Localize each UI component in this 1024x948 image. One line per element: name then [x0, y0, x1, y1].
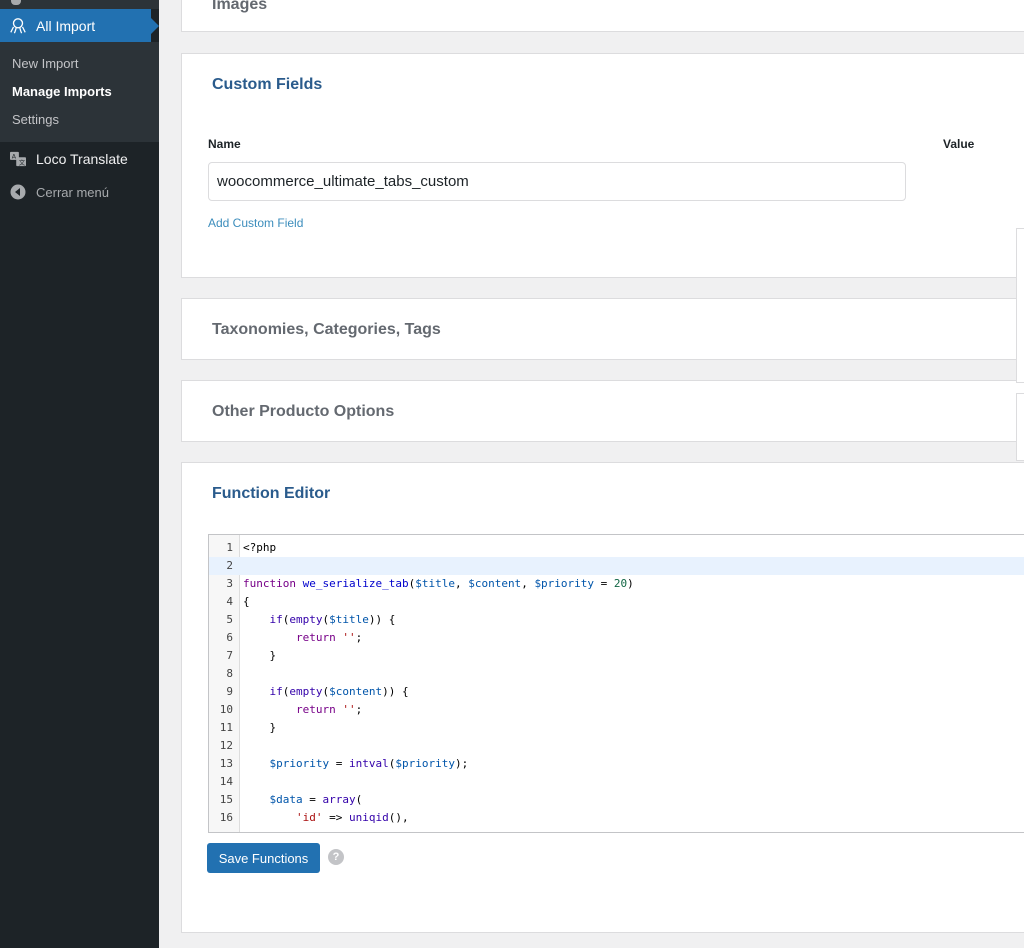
code-text[interactable]: <?php [243, 539, 276, 557]
all-import-submenu: New Import Manage Imports Settings [0, 42, 159, 142]
code-line[interactable]: 16 'id' => uniqid(), [209, 809, 1024, 827]
code-line[interactable]: 5 if(empty($title)) { [209, 611, 1024, 629]
menu-icon [11, 0, 21, 5]
code-line[interactable]: 15 $data = array( [209, 791, 1024, 809]
add-custom-field-link[interactable]: Add Custom Field [208, 216, 303, 230]
other-product-options-panel[interactable]: Other Producto Options [181, 380, 1024, 442]
help-icon[interactable]: ? [328, 849, 344, 865]
taxonomies-panel[interactable]: Taxonomies, Categories, Tags [181, 298, 1024, 360]
code-text[interactable]: function we_serialize_tab($title, $conte… [243, 575, 634, 593]
submenu-new-import[interactable]: New Import [12, 54, 78, 74]
name-column-label: Name [208, 137, 241, 151]
line-number: 6 [226, 631, 233, 644]
panel-title[interactable]: Function Editor [212, 485, 330, 503]
custom-fields-panel: Custom Fields Name Value woocommerce_ult… [181, 53, 1024, 278]
line-number: 9 [226, 685, 233, 698]
menu-item-collapse[interactable]: Cerrar menú [0, 177, 159, 207]
svg-text:A: A [12, 154, 17, 161]
code-line[interactable]: 9 if(empty($content)) { [209, 683, 1024, 701]
floating-panel-edge [1016, 393, 1024, 461]
images-panel[interactable]: Images [181, 0, 1024, 32]
code-text[interactable]: } [243, 719, 276, 737]
menu-item-label: Cerrar menú [36, 184, 109, 200]
line-number: 7 [226, 649, 233, 662]
code-line[interactable]: 7 } [209, 647, 1024, 665]
previous-menu-item[interactable] [0, 0, 159, 9]
svg-text:文: 文 [19, 159, 26, 167]
code-line[interactable]: 13 $priority = intval($priority); [209, 755, 1024, 773]
panel-title: Images [212, 0, 268, 13]
panel-title[interactable]: Custom Fields [212, 76, 322, 94]
line-number: 5 [226, 613, 233, 626]
code-editor[interactable]: 1 <?php 2 3 function we_serialize_tab($title… [208, 534, 1024, 833]
code-line[interactable]: 8 [209, 665, 1024, 683]
admin-sidebar: All Import New Import Manage Imports Set… [0, 0, 159, 948]
code-line[interactable]: 6 return ''; [209, 629, 1024, 647]
octopus-icon [8, 16, 28, 36]
translate-icon: A 文 [8, 149, 28, 169]
line-number: 4 [226, 595, 233, 608]
code-line[interactable]: 2 [209, 557, 1024, 575]
value-column-label: Value [943, 137, 975, 151]
floating-panel-edge [1016, 228, 1024, 383]
code-line[interactable]: 12 [209, 737, 1024, 755]
code-text[interactable]: { [243, 593, 250, 611]
function-editor-panel: Function Editor 1 <?php 2 3 function we_seri… [181, 462, 1024, 933]
line-number: 1 [226, 541, 233, 554]
line-number: 3 [226, 577, 233, 590]
line-number: 12 [219, 739, 233, 752]
code-line[interactable]: 3 function we_serialize_tab($title, $cont… [209, 575, 1024, 593]
line-number: 14 [219, 775, 233, 788]
code-text[interactable]: 'id' => uniqid(), [243, 809, 409, 827]
line-number: 15 [219, 793, 233, 806]
line-number: 13 [219, 757, 233, 770]
save-functions-button[interactable]: Save Functions [207, 843, 320, 873]
panel-title: Other Producto Options [212, 403, 395, 420]
code-line[interactable]: 4{ [209, 593, 1024, 611]
submenu-settings[interactable]: Settings [12, 110, 59, 130]
menu-item-loco-translate[interactable]: A 文 Loco Translate [0, 144, 159, 174]
collapse-arrow-icon [8, 182, 28, 202]
custom-field-name-input[interactable]: woocommerce_ultimate_tabs_custom [208, 162, 906, 201]
line-number: 10 [219, 703, 233, 716]
code-line[interactable]: 10 return ''; [209, 701, 1024, 719]
code-text[interactable]: if(empty($title)) { [243, 611, 396, 629]
menu-item-label: Loco Translate [36, 151, 128, 167]
code-line[interactable]: 1 <?php [209, 539, 1024, 557]
code-text[interactable]: $data = array( [243, 791, 363, 809]
line-number: 16 [219, 811, 233, 824]
code-line[interactable]: 14 [209, 773, 1024, 791]
menu-item-all-import[interactable]: All Import [0, 9, 159, 42]
line-number: 2 [226, 559, 233, 572]
panel-title: Taxonomies, Categories, Tags [212, 321, 441, 338]
code-text[interactable]: $priority = intval($priority); [243, 755, 469, 773]
line-number: 11 [219, 721, 233, 734]
menu-item-label: All Import [36, 17, 96, 34]
submenu-manage-imports[interactable]: Manage Imports [12, 82, 112, 102]
code-text[interactable]: if(empty($content)) { [243, 683, 409, 701]
code-text[interactable]: } [243, 647, 276, 665]
line-number: 8 [226, 667, 233, 680]
code-text[interactable]: return ''; [243, 629, 362, 647]
code-line[interactable]: 11 } [209, 719, 1024, 737]
code-text[interactable]: return ''; [243, 701, 362, 719]
